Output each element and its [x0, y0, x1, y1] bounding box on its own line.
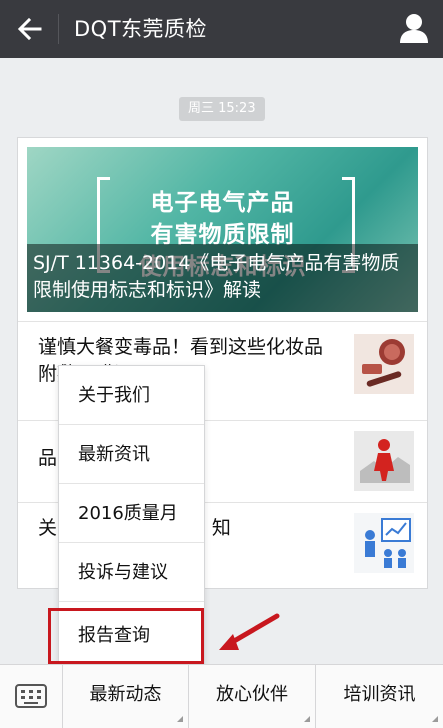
submenu-indicator-icon: [432, 716, 438, 722]
tab-training-info[interactable]: 培训资讯: [316, 665, 443, 728]
banner-line-1: 电子电气产品: [150, 190, 295, 216]
presentation-board-thumbnail: [354, 513, 414, 573]
submenu-indicator-icon: [304, 716, 310, 722]
tab-latest-updates[interactable]: 最新动态: [63, 665, 189, 728]
tab-trusted-partners[interactable]: 放心伙伴: [189, 665, 316, 728]
cosmetics-thumbnail: [354, 334, 414, 394]
menu-item-latest-news[interactable]: 最新资讯: [59, 425, 204, 484]
tab-label: 最新动态: [89, 684, 162, 705]
menu-item-quality-month[interactable]: 2016质量月: [59, 484, 204, 543]
banner-image[interactable]: 电子电气产品 有害物质限制 使用标志和标识 SJ/T 11364-2014《电子…: [27, 147, 418, 312]
tab-label: 放心伙伴: [216, 684, 288, 705]
submenu-indicator-icon: [177, 716, 183, 722]
menu-item-about-us[interactable]: 关于我们: [59, 366, 204, 425]
red-arrow-icon: [219, 613, 280, 650]
top-bar: DQT东莞质检: [0, 0, 443, 58]
message-timestamp: 周三 15:23: [179, 97, 265, 121]
red-figure-puzzle-thumbnail: [354, 431, 414, 491]
profile-icon[interactable]: [399, 12, 429, 44]
menu-item-complaints[interactable]: 投诉与建议: [59, 543, 204, 602]
back-arrow-icon[interactable]: [14, 13, 46, 45]
keyboard-icon[interactable]: [0, 665, 63, 728]
banner-caption: SJ/T 11364-2014《电子电气产品有害物质限制使用标志和标识》解读: [27, 244, 418, 312]
highlight-box: [48, 608, 204, 664]
page-title: DQT东莞质检: [74, 17, 208, 41]
bottom-menu-bar: 最新动态 放心伙伴 培训资讯: [0, 664, 443, 728]
title-separator: [58, 14, 59, 44]
tab-label: 培训资讯: [343, 684, 416, 705]
